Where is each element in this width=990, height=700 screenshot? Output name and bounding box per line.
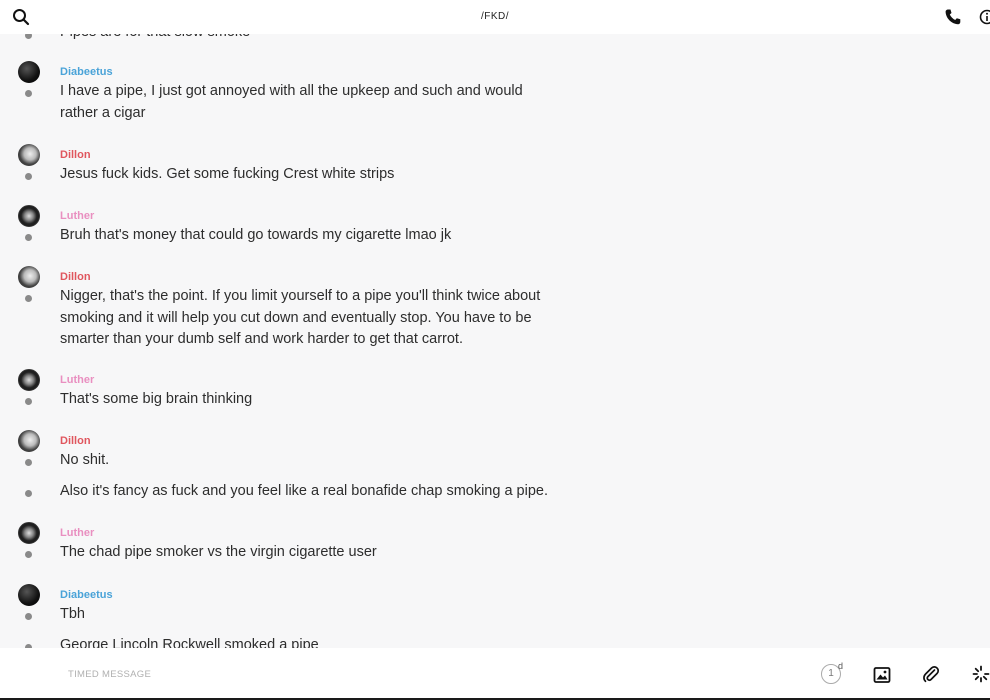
message-dot <box>25 295 32 302</box>
message-text: I have a pipe, I just got annoyed with a… <box>60 83 523 121</box>
avatar[interactable] <box>18 205 40 227</box>
conversation-title: /FKD/ <box>480 11 510 22</box>
message-text: George Lincoln Rockwell smoked a pipe <box>60 637 319 648</box>
avatar[interactable] <box>18 61 40 83</box>
sender-name[interactable]: Luther <box>60 527 94 539</box>
message-text: Nigger, that's the point. If you limit y… <box>60 288 541 347</box>
message-dot <box>25 613 32 620</box>
avatar[interactable] <box>18 144 40 166</box>
message-input[interactable]: TIMED MESSAGE <box>68 669 151 680</box>
message-dot <box>25 551 32 558</box>
message-dot <box>25 173 32 180</box>
message-dot <box>25 90 32 97</box>
message-dot <box>25 234 32 241</box>
message-text: Also it's fancy as fuck and you feel lik… <box>60 483 548 499</box>
message-composer: TIMED MESSAGE 1 d <box>0 648 990 700</box>
message-dot <box>25 34 32 39</box>
avatar[interactable] <box>18 430 40 452</box>
phone-icon[interactable] <box>944 8 962 26</box>
sender-name[interactable]: Luther <box>60 374 94 386</box>
loading-spinner-icon[interactable] <box>972 665 990 683</box>
timer-button[interactable]: 1 d <box>821 661 847 686</box>
message-text: No shit. <box>60 452 110 468</box>
message-text: Tbh <box>60 606 85 622</box>
avatar[interactable] <box>18 369 40 391</box>
info-icon[interactable] <box>979 9 990 25</box>
paperclip-icon[interactable] <box>922 665 940 683</box>
sender-name[interactable]: Dillon <box>60 271 91 283</box>
image-icon[interactable] <box>873 666 891 684</box>
message-text: That's some big brain thinking <box>60 391 253 407</box>
message-dot <box>25 490 32 497</box>
top-bar: /FKD/ <box>0 0 990 34</box>
avatar[interactable] <box>18 522 40 544</box>
sender-name[interactable]: Diabeetus <box>60 589 113 601</box>
avatar[interactable] <box>18 266 40 288</box>
message-list[interactable]: Pipes are for that slow smoke Diabeetus … <box>0 34 990 648</box>
sender-name[interactable]: Diabeetus <box>60 66 113 78</box>
sender-name[interactable]: Dillon <box>60 149 91 161</box>
message-dot <box>25 459 32 466</box>
avatar[interactable] <box>18 584 40 606</box>
sender-name[interactable]: Luther <box>60 210 94 222</box>
message-text: Jesus fuck kids. Get some fucking Crest … <box>60 166 395 182</box>
timer-unit: d <box>838 661 844 671</box>
message-text: The chad pipe smoker vs the virgin cigar… <box>60 544 377 560</box>
message-text: Bruh that's money that could go towards … <box>60 227 452 243</box>
sender-name[interactable]: Dillon <box>60 435 91 447</box>
message-dot <box>25 398 32 405</box>
message-text: Pipes are for that slow smoke <box>60 34 560 44</box>
